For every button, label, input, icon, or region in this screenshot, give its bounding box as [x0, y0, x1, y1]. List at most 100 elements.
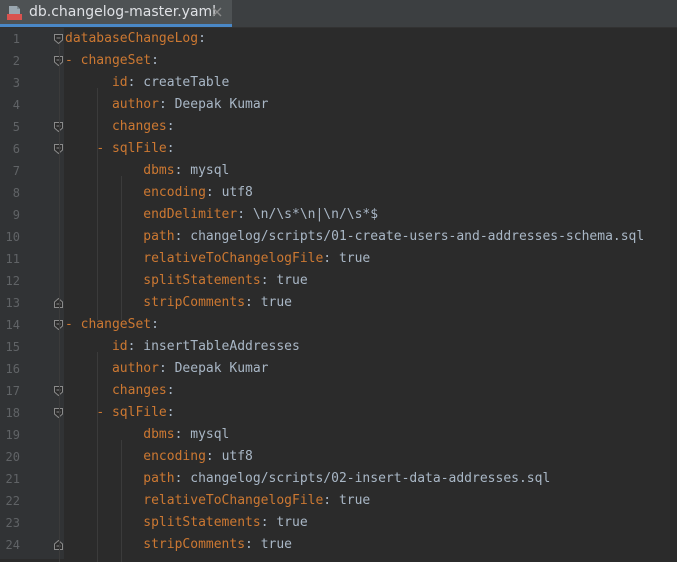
code-line[interactable]: 23 splitStatements: true — [0, 512, 677, 534]
code-line[interactable]: 8 encoding: utf8 — [0, 182, 677, 204]
code-text: id: createTable — [65, 72, 229, 94]
line-number: 12 — [5, 274, 20, 288]
yaml-value: mysql — [190, 163, 230, 178]
code-line[interactable]: 16 author: Deepak Kumar — [0, 358, 677, 380]
code-line[interactable]: 4 author: Deepak Kumar — [0, 94, 677, 116]
line-number: 5 — [12, 120, 20, 134]
code-line[interactable]: 20 encoding: utf8 — [0, 446, 677, 468]
code-line[interactable]: 1 databaseChangeLog: — [0, 28, 677, 50]
code-line[interactable]: 6 - sqlFile: — [0, 138, 677, 160]
code-text: relativeToChangelogFile: true — [65, 248, 370, 270]
yaml-colon: : — [174, 471, 191, 486]
code-line[interactable]: 19 dbms: mysql — [0, 424, 677, 446]
code-line[interactable]: 18 - sqlFile: — [0, 402, 677, 424]
yaml-key: stripComments — [143, 295, 246, 310]
line-number: 13 — [5, 296, 20, 310]
code-line[interactable]: 9 endDelimiter: \n/\s*\n|\n/\s*$ — [0, 204, 677, 226]
list-dash: - — [96, 405, 112, 420]
yaml-key: changes — [111, 119, 167, 134]
fold-open-icon[interactable] — [54, 34, 63, 44]
code-text: - sqlFile: — [65, 402, 174, 424]
yaml-key: path — [143, 471, 175, 486]
code-line[interactable]: 5 changes: — [0, 116, 677, 138]
yaml-colon: : — [166, 119, 175, 134]
code-text: splitStatements: true — [65, 512, 307, 534]
code-line[interactable]: 21 path: changelog/scripts/02-insert-dat… — [0, 468, 677, 490]
line-number: 19 — [5, 428, 20, 442]
code-text: dbms: mysql — [65, 424, 229, 446]
yaml-colon: : — [245, 537, 261, 552]
code-text: path: changelog/scripts/01-create-users-… — [65, 226, 644, 248]
yaml-colon: : — [151, 317, 159, 332]
code-line[interactable]: 14 - changeSet: — [0, 314, 677, 336]
yaml-colon: : — [166, 383, 175, 398]
code-line[interactable]: 12 splitStatements: true — [0, 270, 677, 292]
yaml-key: path — [143, 229, 175, 244]
yaml-key: author — [111, 361, 159, 376]
yaml-key: databaseChangeLog — [65, 31, 199, 46]
yaml-value: true — [338, 251, 371, 266]
line-number: 4 — [12, 98, 20, 112]
code-text: splitStatements: true — [65, 270, 308, 292]
code-text: databaseChangeLog: — [65, 28, 206, 50]
code-text: stripComments: true — [65, 292, 292, 314]
yaml-key: changeSet — [80, 53, 152, 68]
code-line[interactable]: 13 stripComments: true — [0, 292, 677, 314]
yaml-value: true — [276, 273, 308, 288]
yaml-colon: : — [323, 251, 339, 266]
yaml-value: insertTableAddresses — [143, 339, 300, 354]
line-number: 10 — [5, 230, 20, 244]
yaml-key: splitStatements — [143, 273, 261, 288]
line-number: 1 — [12, 32, 20, 46]
line-number: 22 — [5, 494, 20, 508]
yaml-value: true — [260, 295, 292, 310]
code-line[interactable]: 3 id: createTable — [0, 72, 677, 94]
code-text: - changeSet: — [65, 50, 159, 72]
yaml-value: changelog/scripts/01-create-users-and-ad… — [190, 229, 645, 244]
code-line[interactable]: 10 path: changelog/scripts/01-create-use… — [0, 226, 677, 248]
yaml-colon: : — [127, 75, 144, 90]
indent-guide — [97, 88, 98, 320]
yml-file-icon — [7, 6, 22, 20]
code-line[interactable]: 17 changes: — [0, 380, 677, 402]
yaml-key: changeSet — [80, 317, 152, 332]
yaml-key: changes — [111, 383, 167, 398]
yaml-colon: : — [158, 361, 175, 376]
code-line[interactable]: 11 relativeToChangelogFile: true — [0, 248, 677, 270]
code-text: - changeSet: — [65, 314, 159, 336]
code-line[interactable]: 7 dbms: mysql — [0, 160, 677, 182]
line-number: 20 — [5, 450, 20, 464]
code-editor[interactable]: 1 databaseChangeLog: 2- changeSet: 3 id: cr… — [0, 28, 677, 562]
yaml-value: utf8 — [221, 185, 253, 200]
yaml-colon: : — [158, 97, 175, 112]
code-line[interactable]: 2 - changeSet: — [0, 50, 677, 72]
close-icon[interactable] — [212, 7, 222, 17]
indent-guide — [59, 44, 60, 562]
code-line[interactable]: 15 id: insertTableAddresses — [0, 336, 677, 358]
tab-db-changelog-master[interactable]: db.changelog-master.yaml — [0, 0, 232, 27]
line-number: 14 — [5, 318, 20, 332]
yaml-colon: : — [198, 31, 206, 46]
code-line[interactable]: 24 stripComments: true — [0, 534, 677, 556]
yaml-colon: : — [127, 339, 144, 354]
code-text: changes: — [65, 116, 175, 138]
yaml-colon: : — [260, 515, 277, 530]
code-text: changes: — [65, 380, 175, 402]
line-number: 23 — [5, 516, 20, 530]
yaml-key: encoding — [143, 185, 206, 200]
yaml-colon: : — [205, 449, 222, 464]
list-dash: - — [96, 141, 112, 156]
code-text: encoding: utf8 — [65, 182, 253, 204]
yaml-key: relativeToChangelogFile — [143, 251, 324, 266]
tab-title: db.changelog-master.yaml — [29, 4, 217, 20]
yaml-value: mysql — [190, 427, 230, 442]
yaml-value: \n/\s*\n|\n/\s*$ — [252, 207, 379, 222]
yaml-colon: : — [323, 493, 339, 508]
yaml-value: Deepak Kumar — [174, 97, 269, 112]
yaml-key: dbms — [143, 427, 175, 442]
code-text: author: Deepak Kumar — [65, 358, 269, 380]
code-text: author: Deepak Kumar — [65, 94, 269, 116]
code-line[interactable]: 22 relativeToChangelogFile: true — [0, 490, 677, 512]
yaml-key: relativeToChangelogFile — [143, 493, 324, 508]
yaml-value: utf8 — [221, 449, 253, 464]
